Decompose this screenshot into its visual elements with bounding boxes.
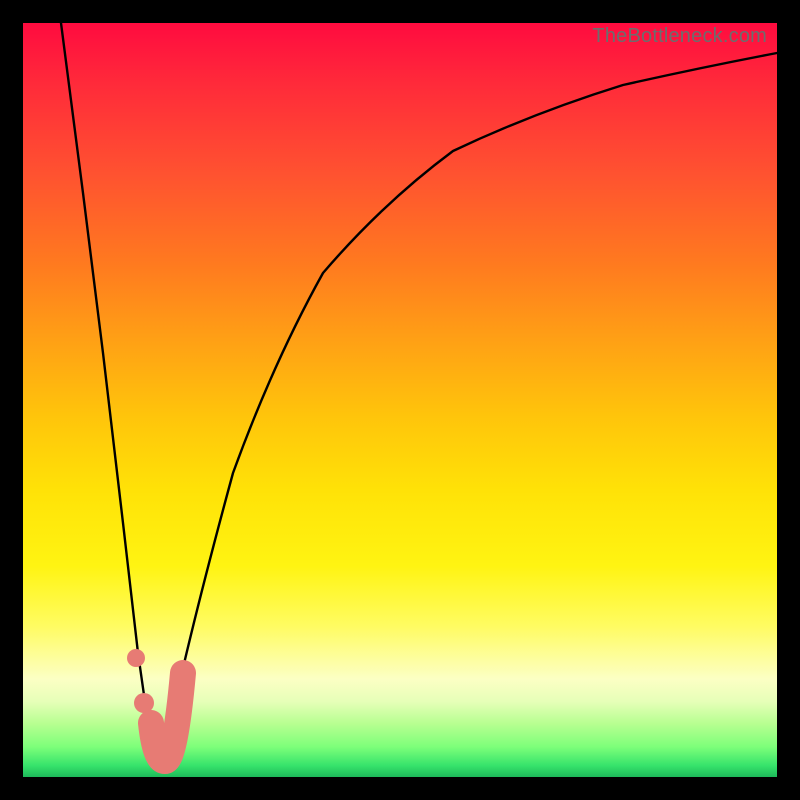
chart-overlay bbox=[23, 23, 777, 777]
marker-dot-lower bbox=[134, 693, 154, 713]
marker-dot-upper bbox=[127, 649, 145, 667]
plot-area: TheBottleneck.com bbox=[23, 23, 777, 777]
watermark-text: TheBottleneck.com bbox=[592, 25, 767, 48]
bottleneck-curve bbox=[61, 23, 777, 765]
chart-frame: TheBottleneck.com bbox=[0, 0, 800, 800]
marker-hook bbox=[151, 673, 183, 761]
